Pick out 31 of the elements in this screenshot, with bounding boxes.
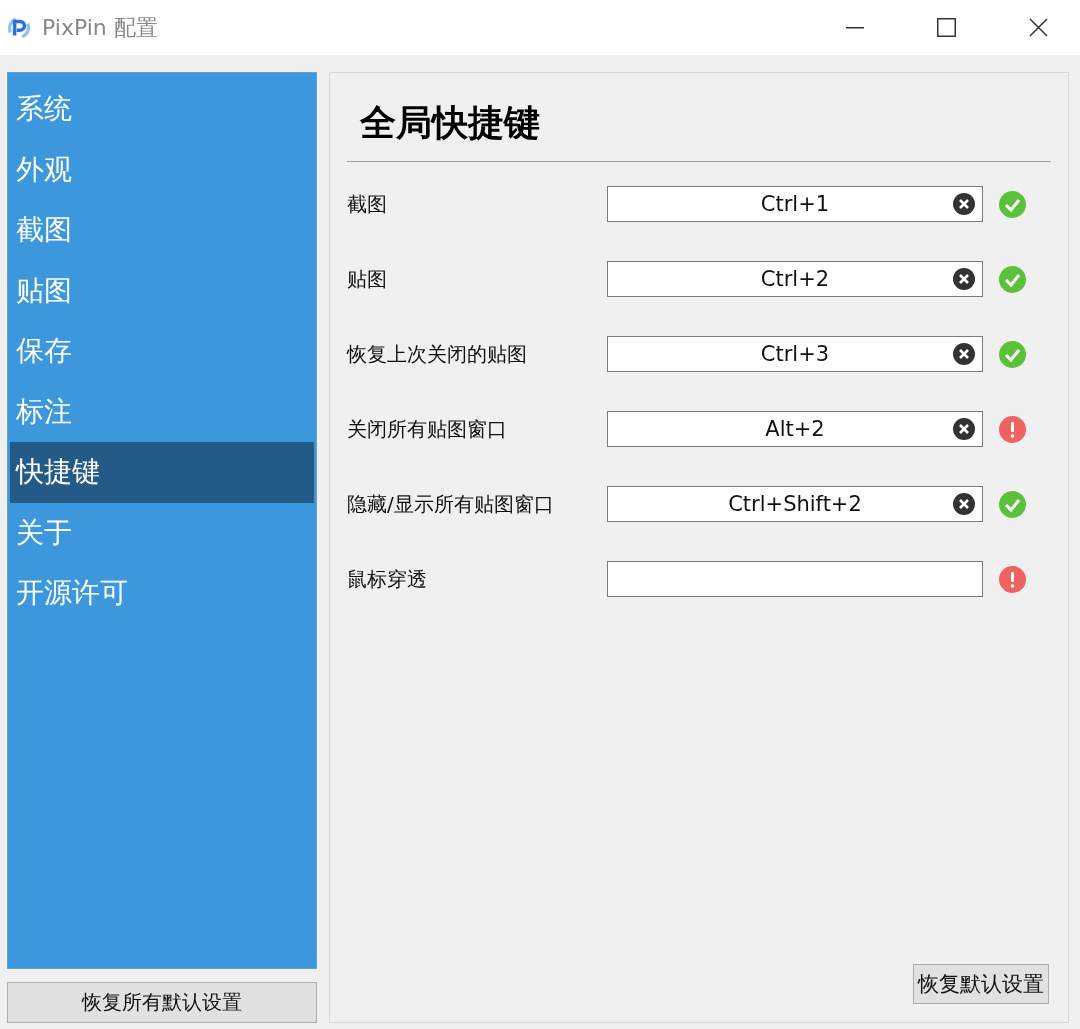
shortcut-label: 截图 <box>347 190 388 218</box>
reset-all-button[interactable]: 恢复所有默认设置 <box>7 982 317 1023</box>
check-icon <box>999 340 1026 368</box>
clear-icon[interactable] <box>953 343 975 365</box>
shortcut-label: 鼠标穿透 <box>347 565 428 593</box>
reset-button[interactable]: 恢复默认设置 <box>913 964 1049 1004</box>
minimize-icon[interactable] <box>846 26 864 29</box>
clear-icon[interactable] <box>953 268 975 290</box>
warning-icon <box>999 565 1026 593</box>
check-icon <box>999 265 1026 293</box>
clear-icon[interactable] <box>953 418 975 440</box>
check-icon <box>999 190 1026 218</box>
clear-icon[interactable] <box>953 193 975 215</box>
shortcut-field[interactable] <box>607 561 983 597</box>
maximize-icon[interactable] <box>937 18 956 37</box>
window-title: PixPin 配置 <box>42 13 158 42</box>
shortcut-field[interactable]: Alt+2 <box>607 411 983 447</box>
close-icon[interactable] <box>1029 18 1048 37</box>
check-icon <box>999 490 1026 518</box>
panel-heading: 全局快捷键 <box>359 101 541 145</box>
shortcut-field[interactable]: Ctrl+3 <box>607 336 983 372</box>
shortcut-label: 贴图 <box>347 265 388 293</box>
shortcut-field[interactable]: Ctrl+1 <box>607 186 983 222</box>
shortcut-label: 关闭所有贴图窗口 <box>347 415 508 443</box>
shortcut-field[interactable]: Ctrl+2 <box>607 261 983 297</box>
shortcut-label: 恢复上次关闭的贴图 <box>347 340 528 368</box>
shortcut-field[interactable]: Ctrl+Shift+2 <box>607 486 983 522</box>
clear-icon[interactable] <box>953 493 975 515</box>
shortcut-label: 隐藏/显示所有贴图窗口 <box>347 490 555 518</box>
sidebar-item[interactable]: 快捷键 <box>10 442 314 503</box>
warning-icon <box>999 415 1026 443</box>
